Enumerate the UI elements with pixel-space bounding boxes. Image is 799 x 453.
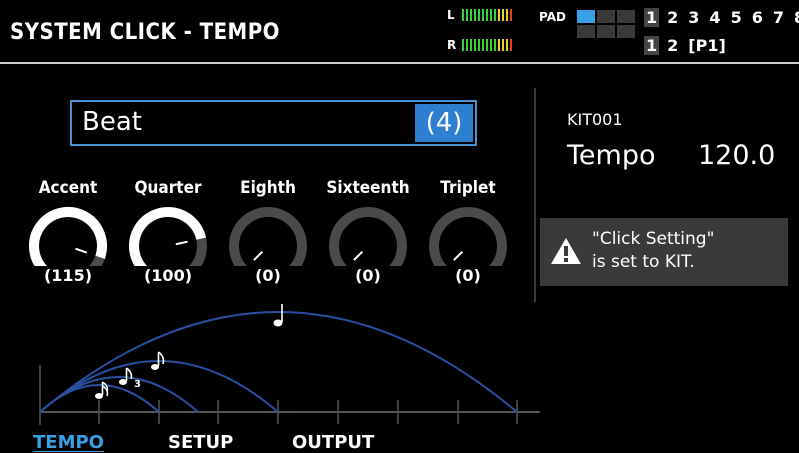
- tab-tempo[interactable]: TEMPO: [33, 432, 104, 453]
- kit-number: 4: [709, 8, 721, 27]
- rhythm-arc-graph: 3: [39, 304, 540, 425]
- panel-divider: [534, 88, 536, 302]
- kit-number: 8: [792, 8, 799, 27]
- knob-track: [429, 207, 507, 266]
- pad-cell: [617, 25, 635, 38]
- knob-label: Quarter: [134, 178, 202, 198]
- kit-number: 5: [730, 8, 742, 27]
- knob-value: (115): [43, 266, 93, 285]
- kit-number-row: 1 2 3 4 5 6 7 8: [644, 8, 799, 27]
- knob-dial[interactable]: [326, 204, 410, 266]
- meter-left: [462, 9, 512, 21]
- pad-cell: [577, 25, 595, 38]
- pad-cell: [597, 10, 615, 23]
- tempo-value: 120.0: [698, 140, 776, 171]
- knob-pointer: [175, 240, 188, 246]
- meter-right: [462, 39, 512, 51]
- knob-track: [329, 207, 407, 266]
- kit-number: 7: [772, 8, 784, 27]
- knob-label: Sixteenth: [326, 178, 410, 198]
- header-bar: SYSTEM CLICK - TEMPO L R PAD 1 2 3 4 5 6…: [0, 0, 799, 62]
- knob-dial[interactable]: [426, 204, 510, 266]
- knob-sixteenth[interactable]: Sixteenth (0): [318, 178, 418, 285]
- knob-eighth[interactable]: Eighth (0): [218, 178, 318, 285]
- kit-number: 2: [667, 8, 679, 27]
- arc-quarter: [39, 311, 518, 413]
- pad-cell: [617, 10, 635, 23]
- knob-dial[interactable]: [26, 204, 110, 266]
- warning-text: "Click Setting" is set to KIT.: [592, 229, 715, 272]
- knob-dial[interactable]: [126, 204, 210, 266]
- note-quarter-icon: [273, 304, 283, 327]
- knob-pointer: [353, 250, 364, 261]
- warning-box: "Click Setting" is set to KIT.: [540, 218, 788, 286]
- knob-quarter[interactable]: Quarter (100): [118, 178, 218, 285]
- knob-fill: [129, 207, 207, 266]
- kit-name: KIT001: [567, 110, 623, 129]
- knob-pointer: [453, 250, 464, 261]
- knob-value: (0): [255, 266, 281, 285]
- knob-track: [229, 207, 307, 266]
- tab-setup[interactable]: SETUP: [168, 432, 233, 453]
- warning-icon: [551, 238, 581, 264]
- knob-triplet[interactable]: Triplet (0): [418, 178, 518, 285]
- header-divider: [0, 62, 799, 64]
- pad-cell: [597, 25, 615, 38]
- kit-number: 6: [751, 8, 763, 27]
- bank-number: 1: [644, 36, 660, 55]
- kit-number: 3: [688, 8, 700, 27]
- pad-cell: [577, 10, 595, 23]
- kit-number: 1: [644, 8, 660, 27]
- knob-label: Triplet: [440, 178, 496, 198]
- pad-indicator-grid: [577, 10, 635, 53]
- beat-label: Beat: [82, 107, 142, 137]
- knob-value: (0): [355, 266, 381, 285]
- tab-output[interactable]: OUTPUT: [292, 432, 374, 453]
- beat-value[interactable]: (4): [415, 104, 473, 142]
- pad-label: PAD: [539, 10, 566, 24]
- meter-left-label: L: [447, 8, 455, 22]
- beat-field[interactable]: Beat (4): [70, 100, 477, 146]
- note-triplet-icon: 3: [119, 367, 141, 390]
- tempo-label: Tempo: [567, 140, 656, 171]
- knob-dial[interactable]: [226, 204, 310, 266]
- bank-number: 2: [667, 36, 679, 55]
- knob-label: Eighth: [240, 178, 296, 198]
- knob-pointer: [253, 250, 264, 261]
- page-title: SYSTEM CLICK - TEMPO: [10, 20, 280, 45]
- bank-page: [P1]: [688, 36, 726, 55]
- knob-label: Accent: [38, 178, 98, 198]
- knob-value: (0): [455, 266, 481, 285]
- bank-number-row: 1 2 [P1]: [644, 36, 728, 55]
- knob-fill: [29, 207, 107, 266]
- svg-text:3: 3: [134, 379, 141, 390]
- meter-right-label: R: [447, 38, 457, 52]
- knob-pointer: [75, 247, 88, 254]
- knob-value: (100): [143, 266, 193, 285]
- knob-accent[interactable]: Accent (115): [18, 178, 118, 285]
